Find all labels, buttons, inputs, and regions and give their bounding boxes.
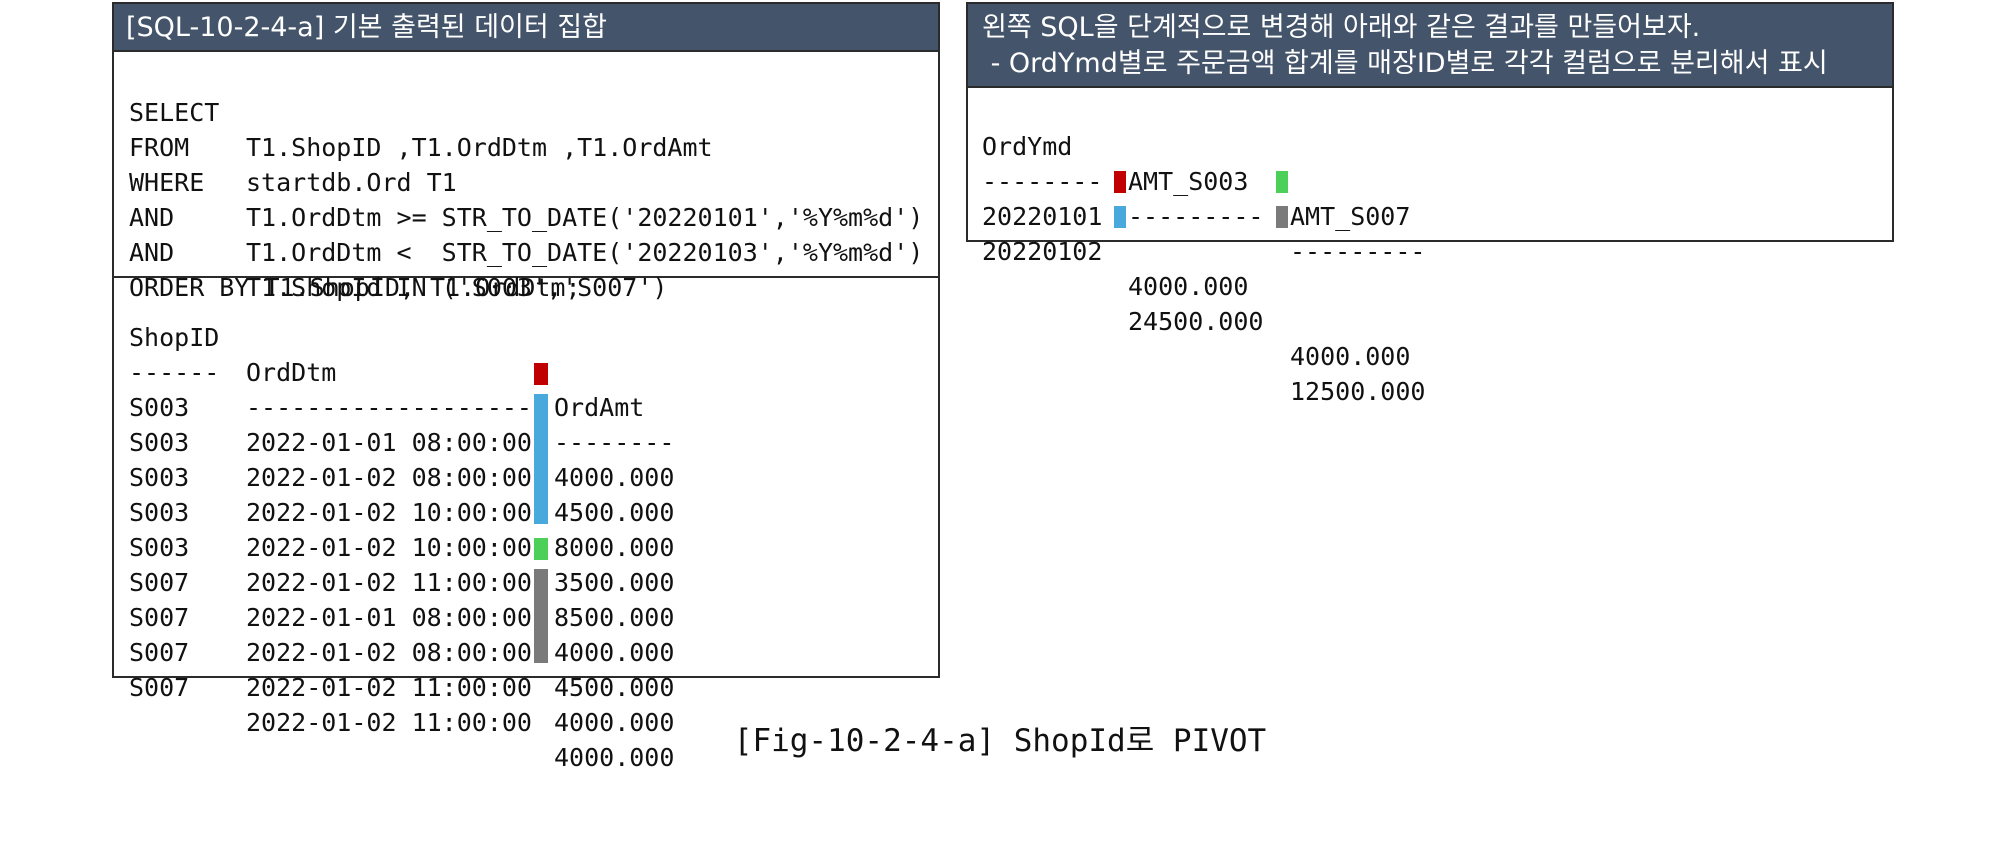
sql-code-block: SELECT T1.ShopID ,T1.OrdDtm ,T1.OrdAmt F… bbox=[114, 52, 938, 302]
base-query-header: [SQL-10-2-4-a] 기본 출력된 데이터 집합 bbox=[114, 4, 938, 52]
table-row: S007 2022-01-02 11:00:00 4000.000 bbox=[114, 635, 938, 772]
goal-instruction: 왼쪽 SQL을 단계적으로 변경해 아래와 같은 결과를 만들어보자. bbox=[982, 12, 1701, 43]
table-row: S007 2022-01-02 11:00:00 4000.000 bbox=[114, 600, 938, 737]
cell-orddtm: 2022-01-02 11:00:00 bbox=[246, 673, 532, 702]
table-row: 20220102 24500.000 12500.000 bbox=[968, 199, 1892, 406]
sql-clause: startdb.Ord T1 bbox=[246, 168, 457, 197]
result-divider-row: -------- --------- --------- bbox=[968, 129, 1892, 266]
goal-detail: - OrdYmd별로 주문금액 합계를 매장ID별로 각각 컬럼으로 분리해서 … bbox=[982, 48, 1828, 79]
table-row: S003 2022-01-02 10:00:00 3500.000 bbox=[114, 460, 938, 597]
sql-clause: T1.OrdDtm >= STR_TO_DATE('20220101','%Y%… bbox=[246, 203, 924, 232]
pivot-goal-panel: 왼쪽 SQL을 단계적으로 변경해 아래와 같은 결과를 만들어보자. - Or… bbox=[966, 2, 1894, 406]
group-marker-green bbox=[1276, 171, 1288, 193]
table-row: S003 2022-01-02 10:00:00 8000.000 bbox=[114, 425, 938, 562]
table-row: 20220101 4000.000 4000.000 bbox=[968, 164, 1892, 371]
sql-clause: T1.ShopID ,T1.OrdDtm ,T1.OrdAmt bbox=[246, 133, 713, 162]
sql-line: WHERE T1.OrdDtm >= STR_TO_DATE('20220101… bbox=[129, 130, 923, 232]
sql-line: SELECT T1.ShopID ,T1.OrdDtm ,T1.OrdAmt bbox=[129, 60, 713, 162]
sql-line: AND T1.ShopId IN ('S003','S007') bbox=[129, 200, 667, 302]
cell-shopid: S007 bbox=[129, 673, 190, 702]
cell-amt-s003: 24500.000 bbox=[1128, 307, 1264, 336]
pivot-goal-header: 왼쪽 SQL을 단계적으로 변경해 아래와 같은 결과를 만들어보자. - Or… bbox=[968, 4, 1892, 88]
group-marker-gray bbox=[1276, 206, 1288, 228]
table-row: S003 2022-01-02 11:00:00 8500.000 bbox=[114, 495, 938, 632]
pivot-result-table: OrdYmd AMT_S003 AMT_S007 -------- ------… bbox=[968, 88, 1892, 406]
cell-amt-s007: 4000.000 bbox=[1290, 342, 1411, 371]
table-row: S003 2022-01-02 08:00:00 4500.000 bbox=[114, 390, 938, 527]
base-result-table: ShopID OrdDtm OrdAmt ------ ------------… bbox=[114, 278, 938, 858]
figure-caption: [Fig-10-2-4-a] ShopId로 PIVOT bbox=[733, 723, 1267, 759]
cell-amt-s003: 4000.000 bbox=[1128, 272, 1249, 301]
cell-ordymd: 20220102 bbox=[982, 237, 1103, 266]
group-marker-blue bbox=[1114, 206, 1126, 228]
base-query-panel: [SQL-10-2-4-a] 기본 출력된 데이터 집합 SELECT T1.S… bbox=[112, 2, 940, 772]
divider: --------- bbox=[1290, 237, 1426, 266]
group-marker-red bbox=[1114, 171, 1126, 193]
sql-line: FROM startdb.Ord T1 bbox=[129, 95, 457, 197]
result-header-row: ShopID OrdDtm OrdAmt bbox=[114, 285, 938, 422]
sql-line: ORDER BY T1.ShopID, T1.OrdDtm; bbox=[129, 235, 581, 302]
cell-amt-s007: 12500.000 bbox=[1290, 377, 1426, 406]
table-row: S003 2022-01-01 08:00:00 4000.000 bbox=[114, 355, 938, 492]
table-row: S007 2022-01-01 08:00:00 4000.000 bbox=[114, 530, 938, 667]
result-header-row: OrdYmd AMT_S003 AMT_S007 bbox=[968, 94, 1892, 231]
sql-clause: T1.OrdDtm < STR_TO_DATE('20220103','%Y%m… bbox=[246, 238, 924, 267]
table-row: S007 2022-01-02 08:00:00 4500.000 bbox=[114, 565, 938, 702]
sql-line: AND T1.OrdDtm < STR_TO_DATE('20220103','… bbox=[129, 165, 923, 267]
cell-ordamt: 4500.000 bbox=[554, 673, 675, 702]
result-divider-row: ------ ------------------- -------- bbox=[114, 320, 938, 457]
